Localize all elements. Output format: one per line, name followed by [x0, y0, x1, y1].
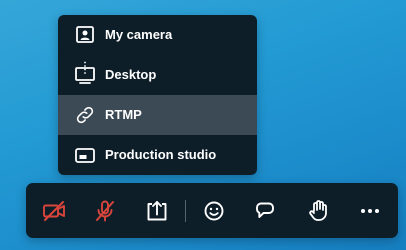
- raise-hand-icon: [309, 200, 327, 221]
- toolbar-divider: [185, 200, 186, 222]
- menu-item-label: Production studio: [105, 147, 217, 162]
- more-options-button[interactable]: [355, 196, 385, 226]
- menu-item-production-studio[interactable]: Production studio: [58, 135, 257, 175]
- meeting-toolbar: [26, 183, 398, 238]
- menu-item-label: Desktop: [105, 67, 157, 82]
- menu-item-rtmp[interactable]: RTMP: [58, 95, 257, 135]
- camera-person-icon: [76, 26, 94, 43]
- menu-item-label: My camera: [105, 27, 173, 42]
- video-off-button[interactable]: [39, 196, 69, 226]
- microphone-off-button[interactable]: [90, 196, 120, 226]
- menu-item-label: RTMP: [105, 107, 142, 122]
- link-icon: [76, 106, 94, 124]
- video-off-icon: [43, 201, 65, 221]
- share-screen-icon: [147, 201, 167, 221]
- chat-button[interactable]: [250, 196, 280, 226]
- chat-bubble-icon: [256, 202, 274, 218]
- reactions-button[interactable]: [199, 196, 229, 226]
- emoji-icon: [204, 201, 224, 221]
- share-source-menu: My camera Desktop RTMP Production studio: [58, 15, 257, 175]
- more-options-icon: [361, 209, 379, 213]
- share-screen-button[interactable]: [142, 196, 172, 226]
- raise-hand-button[interactable]: [304, 196, 334, 226]
- menu-item-my-camera[interactable]: My camera: [58, 15, 257, 55]
- monitor-icon: [75, 67, 95, 84]
- production-studio-icon: [75, 148, 95, 163]
- microphone-off-icon: [96, 200, 114, 222]
- menu-item-desktop[interactable]: Desktop: [58, 55, 257, 95]
